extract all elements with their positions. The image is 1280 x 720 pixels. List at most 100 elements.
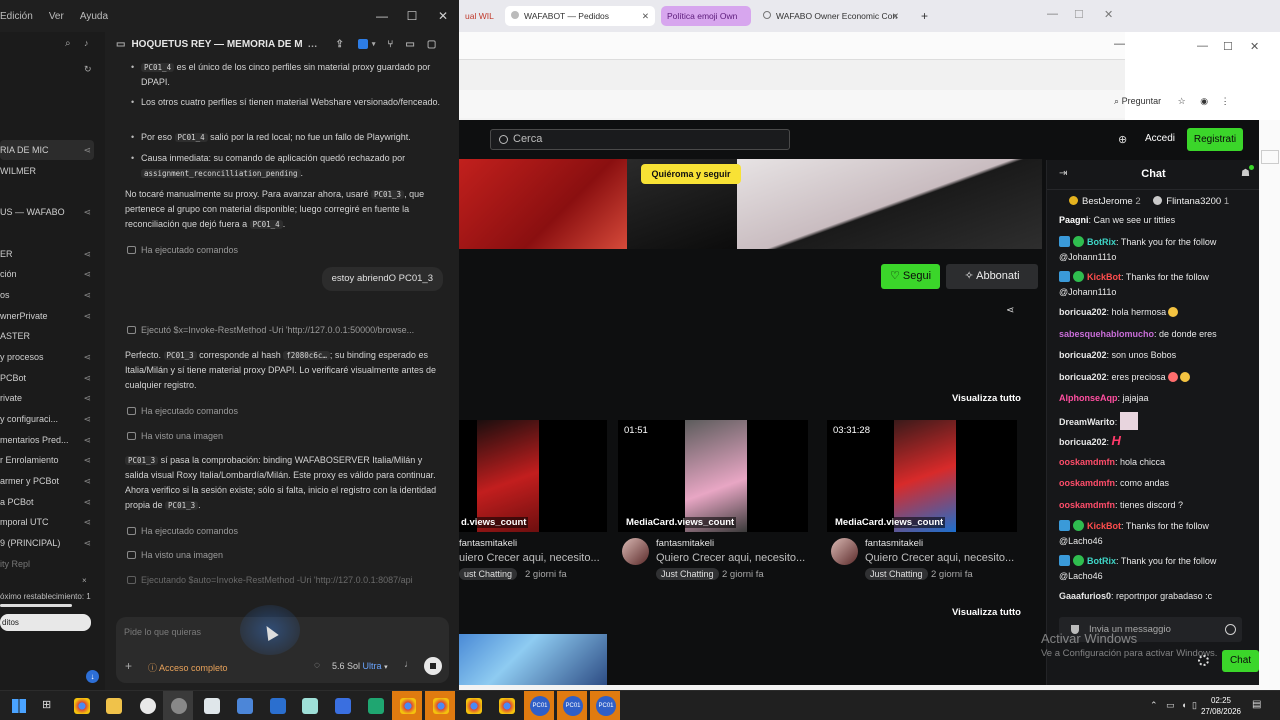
sidebar-toggle-icon[interactable]: ▭ [116,39,125,50]
sidebar-item[interactable]: a PCBot ⋖ [0,494,95,510]
channel-name[interactable]: fantasmitakeli [459,538,517,549]
menu-edit[interactable]: Edición [0,11,33,22]
layout-icon[interactable]: ▢ [427,39,436,50]
app-icon[interactable] [335,698,351,714]
app-icon[interactable] [302,698,318,714]
command-log[interactable]: Ha ejecutado comandos [127,243,238,258]
folder-icon[interactable] [106,698,122,714]
profile-pc01-icon[interactable]: PC01 [563,696,583,716]
chrome-icon[interactable] [466,698,482,714]
close-icon[interactable]: ✕ [892,6,899,26]
sidebar-item[interactable]: ASTER [0,328,95,344]
globe-icon[interactable]: ⊕ [1118,133,1127,146]
app-icon[interactable] [368,698,384,714]
profile-pc01-icon[interactable]: PC01 [596,696,616,716]
video-title[interactable]: Quiero Crecer aqui, necesito... [865,552,1025,564]
app-icon[interactable] [140,698,156,714]
assistant-app-icon[interactable] [171,698,187,714]
sidebar-item[interactable]: PCBot ⋖ [0,370,95,386]
sidebar-item[interactable]: rivate ⋖ [0,390,95,406]
maximize-button[interactable]: ☐ [1223,40,1233,53]
sidebar-item[interactable]: armer y PCBot ⋖ [0,473,95,489]
video-card[interactable]: 03:31:28 MediaCard.views_count [827,420,1017,532]
close-button[interactable]: ✕ [432,6,454,26]
new-tab-button[interactable]: + [915,6,931,26]
minimize-button[interactable]: — [1114,38,1125,50]
chrome-icon[interactable] [400,698,416,714]
category-tag[interactable]: Just Chatting [656,568,719,580]
refresh-icon[interactable]: ↻ [84,64,92,75]
command-log[interactable]: Ha ejecutado comandos [127,524,238,539]
tab[interactable]: Política emoji Own [661,6,751,26]
video-card[interactable]: 01:51 MediaCard.views_count [618,420,808,532]
command-running[interactable]: Ejecutando $auto=Invoke-RestMethod -Uri … [127,573,413,588]
share-icon[interactable]: ⋖ [83,349,91,365]
command-log[interactable]: Ejecutó $x=Invoke-RestMethod -Uri 'http:… [127,323,414,338]
share-icon[interactable]: ⋖ [83,390,91,406]
channel-name[interactable]: fantasmitakeli [865,538,923,549]
video-card[interactable]: d.views_count [459,420,607,532]
sidebar-item[interactable]: US — WAFABO ⋖ [0,204,95,220]
command-log[interactable]: Ha ejecutado comandos [127,404,238,419]
close-icon[interactable]: × [82,576,87,585]
ask-button[interactable]: ⌕ Preguntar ☆ ◉ ⋮ [1114,96,1230,107]
chrome-icon[interactable] [433,698,449,714]
search-icon[interactable]: ⌕ [65,38,71,49]
chrome-icon[interactable] [74,698,90,714]
share-icon[interactable]: ⋖ [83,142,91,158]
share-icon[interactable]: ⋖ [83,432,91,448]
video-title[interactable]: Quiero Crecer aqui, necesito... [656,552,816,564]
channel-name[interactable]: fantasmitakeli [656,538,714,549]
image-log[interactable]: Ha visto una imagen [127,429,223,444]
video-thumbnail[interactable] [459,634,607,685]
chevron-down-icon[interactable]: ▾ [372,40,376,48]
network-icon[interactable]: ▭ [1166,700,1175,710]
upload-icon[interactable]: ⇪ [335,39,343,50]
share-icon[interactable]: ⋖ [83,308,91,324]
close-icon[interactable]: ✕ [642,6,649,26]
users-icon[interactable]: ☗ [1241,168,1250,179]
access-mode-button[interactable]: ⓘ Acceso completo [148,661,228,674]
category-tag[interactable]: ust Chatting [459,568,518,580]
view-all-link[interactable]: Visualizza tutto [952,607,1021,618]
sidebar-item[interactable]: mentarios Pred... ⋖ [0,432,95,448]
share-icon[interactable]: ⋖ [83,473,91,489]
more-icon[interactable]: … [307,39,317,50]
address-bar[interactable] [459,90,1134,118]
mic-icon[interactable]: ♩ [404,659,414,670]
share-icon[interactable]: ⋖ [83,246,91,262]
sidebar-item[interactable]: wnerPrivate ⋖ [0,308,95,324]
sidebar-item[interactable]: 9 (PRINCIPAL) ⋖ [0,535,95,551]
avatar[interactable] [622,538,649,565]
stop-button[interactable] [424,657,442,675]
video-title[interactable]: uiero Crecer aqui, necesito... [459,552,619,564]
register-button[interactable]: Registrati [1187,128,1243,151]
add-icon[interactable]: + [125,659,132,673]
share-icon[interactable]: ⋖ [1006,305,1014,316]
login-link[interactable]: Accedi [1145,133,1175,144]
share-icon[interactable]: ⋖ [83,452,91,468]
image-log[interactable]: Ha visto una imagen [127,548,223,563]
task-view-icon[interactable]: ⊞ [42,698,51,711]
sidebar-item[interactable]: y procesos ⋖ [0,349,95,365]
view-all-link[interactable]: Visualizza tutto [952,393,1021,404]
sidebar-item[interactable]: WILMER [0,163,95,179]
search-input[interactable]: Cerca [490,129,790,150]
share-icon[interactable]: ⋖ [83,370,91,386]
menu-view[interactable]: Ver [49,11,64,22]
close-button[interactable]: ✕ [1250,40,1259,53]
tab[interactable]: WAFABO Owner Economic Con ✕ [757,6,905,26]
toast-button[interactable]: ditos [0,614,91,631]
maximize-button[interactable]: ☐ [401,6,423,26]
sidebar-item[interactable]: ción ⋖ [0,266,95,282]
profile-icon[interactable]: ◉ [1200,96,1208,106]
sidebar-item[interactable]: ER ⋖ [0,246,95,262]
sidebar-item[interactable]: y configuraci... ⋖ [0,411,95,427]
sidebar-item[interactable]: mporal UTC ⋖ [0,514,95,530]
tab-active[interactable]: WAFABOT — Pedidos ✕ [505,6,655,26]
panel-icon[interactable]: ▭ [405,39,414,50]
tab[interactable]: ual WIL [459,6,499,26]
app-icon[interactable] [204,698,220,714]
model-selector[interactable]: 5.6 Sol Ultra ▾ [332,661,388,671]
bell-icon[interactable]: ♪ [84,38,89,48]
